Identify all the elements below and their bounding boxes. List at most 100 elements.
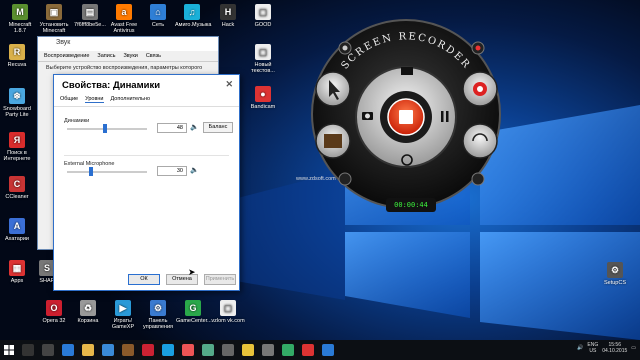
- network-icon: ⌂: [150, 4, 166, 20]
- recycle-bin-icon: ♻: [80, 300, 96, 316]
- desktop-icon-file[interactable]: ▤ 7f6fff8be5e...: [73, 4, 107, 28]
- volume-icon[interactable]: 🔊: [577, 345, 583, 351]
- app-icon[interactable]: [182, 344, 194, 356]
- gamecenter-icon: G: [185, 300, 201, 316]
- desktop-icon-amigo-music[interactable]: ♫ Амиго.Музыка: [175, 4, 211, 28]
- tab-communications[interactable]: Связь: [146, 53, 161, 59]
- music-icon: ♫: [184, 4, 200, 20]
- app-icon[interactable]: [282, 344, 294, 356]
- play-icon: ▶: [115, 300, 131, 316]
- clock[interactable]: 15:56 04.10.2015: [602, 342, 627, 354]
- speakers-level-value[interactable]: 48: [157, 123, 187, 133]
- tab-advanced[interactable]: Дополнительно: [111, 96, 151, 103]
- apply-button[interactable]: Применить: [204, 274, 236, 285]
- desktop-icon-gamecenter[interactable]: G GameCenter...: [176, 300, 212, 324]
- screen-recorder-widget[interactable]: SCREEN RECORDER: [306, 17, 516, 217]
- webcam-button[interactable]: [462, 71, 498, 107]
- ok-button[interactable]: ОК: [128, 274, 160, 285]
- expand-dot-button[interactable]: [471, 172, 485, 186]
- chrome-icon[interactable]: [242, 344, 254, 356]
- desktop-icon-search-web[interactable]: Я Поиск в Интернете: [0, 132, 34, 162]
- desktop-icon-control-panel[interactable]: ⚙ Панель управления: [141, 300, 175, 330]
- cursor-button[interactable]: [315, 71, 351, 107]
- app-icon[interactable]: [142, 344, 154, 356]
- installer-icon: ▣: [46, 4, 62, 20]
- sound-window-tabs: Воспроизведение Запись Звуки Связь: [38, 51, 218, 62]
- control-panel-icon: ⚙: [150, 300, 166, 316]
- audio-button[interactable]: [462, 123, 498, 159]
- tab-recording[interactable]: Запись: [97, 53, 115, 59]
- desktop-icon-vzlom[interactable]: ▢ vzlom vk.com: [211, 300, 245, 324]
- speakers-slider-thumb[interactable]: [103, 124, 108, 133]
- mic-level-value[interactable]: 30: [157, 166, 187, 176]
- yandex-icon: Я: [9, 132, 25, 148]
- apps-icon: ▦: [9, 260, 25, 276]
- document-icon: ▢: [255, 44, 271, 60]
- desktop-icon-gamexp[interactable]: ▶ Играть! GameXP: [106, 300, 140, 330]
- notifications-icon[interactable]: ▭: [631, 345, 636, 351]
- desktop-icon-recycle-bin[interactable]: ♻ Корзина: [71, 300, 105, 324]
- desktop-icon-setupcs[interactable]: ⚙ SetupCS: [598, 262, 632, 286]
- edge-icon[interactable]: [62, 344, 74, 356]
- minecraft-icon: M: [12, 4, 28, 20]
- desktop-icon-snowboard[interactable]: ❄ Snowboard Party Lite: [0, 88, 34, 118]
- desktop-icon-good[interactable]: ▢ GOOD: [246, 4, 280, 28]
- system-tray: 🔊 ENG US 15:56 04.10.2015 ▭: [577, 342, 636, 354]
- skype-icon[interactable]: [162, 344, 174, 356]
- tab-sounds[interactable]: Звуки: [123, 53, 137, 59]
- mic-slider-track[interactable]: [67, 171, 147, 173]
- bandicam-icon: ●: [255, 86, 271, 102]
- dialog-tabs: Общие Уровни Дополнительно: [54, 95, 239, 107]
- document-icon: ▢: [255, 4, 271, 20]
- tab-playback[interactable]: Воспроизведение: [44, 53, 89, 59]
- snowboard-icon: ❄: [9, 88, 25, 104]
- desktop-icon-recuva[interactable]: R Recuva: [0, 44, 34, 68]
- app-icon[interactable]: [302, 344, 314, 356]
- close-dot-button[interactable]: [471, 41, 485, 55]
- settings-dot-button[interactable]: [338, 41, 352, 55]
- start-button[interactable]: [0, 340, 18, 360]
- speaker-icon[interactable]: 🔈: [190, 123, 199, 131]
- windows-logo-icon: [4, 345, 14, 355]
- language-indicator[interactable]: ENG US: [587, 342, 598, 354]
- desktop-icon-new-text[interactable]: ▢ Новый текстов...: [246, 44, 280, 74]
- app-icon[interactable]: [202, 344, 214, 356]
- task-view-icon[interactable]: [42, 344, 54, 356]
- desktop-icon-akhatarii[interactable]: A Ахатарии: [0, 218, 34, 242]
- desktop-icon-install-minecraft[interactable]: ▣ Установить Minecraft: [37, 4, 71, 34]
- app-icon[interactable]: [322, 344, 334, 356]
- camera-icon[interactable]: [362, 112, 373, 120]
- store-icon[interactable]: [102, 344, 114, 356]
- tab-levels[interactable]: Уровни: [85, 96, 104, 103]
- search-icon[interactable]: [22, 344, 34, 356]
- app-icon[interactable]: [222, 344, 234, 356]
- speakers-level-row: Динамики 48 🔈 Баланс: [64, 118, 234, 134]
- desktop-icon-hack[interactable]: H Hack: [211, 4, 245, 28]
- folder-icon: H: [220, 4, 236, 20]
- desktop-icon-avast[interactable]: a Avast Free Antivirus: [107, 4, 141, 34]
- microphone-speaker-icon[interactable]: 🔈: [190, 166, 199, 174]
- record-stop-button[interactable]: [387, 98, 425, 136]
- balance-button[interactable]: Баланс: [203, 122, 233, 133]
- film-button[interactable]: [315, 123, 351, 159]
- avast-icon: a: [116, 4, 132, 20]
- dialog-buttons: ОК Отмена Применить: [128, 274, 236, 285]
- ccleaner-icon: C: [9, 176, 25, 192]
- desktop-icon-bandicam[interactable]: ● Bandicam: [246, 86, 280, 110]
- desktop-icon-opera[interactable]: O Opera 32: [37, 300, 71, 324]
- desktop-icon-ccleaner[interactable]: C CCleaner: [0, 176, 34, 200]
- folder-icon[interactable]: [401, 67, 413, 75]
- app-icon[interactable]: [262, 344, 274, 356]
- mic-slider-thumb[interactable]: [89, 167, 93, 176]
- minimize-dot-button[interactable]: [338, 172, 352, 186]
- desktop-icon-apps[interactable]: ▦ Apps: [0, 260, 34, 284]
- recuva-icon: R: [9, 44, 25, 60]
- explorer-icon[interactable]: [82, 344, 94, 356]
- tab-general[interactable]: Общие: [60, 96, 78, 103]
- close-icon[interactable]: ✕: [225, 79, 233, 90]
- desktop-icon-network[interactable]: ⌂ Сеть: [141, 4, 175, 28]
- speaker-properties-dialog[interactable]: Свойства: Динамики ✕ Общие Уровни Дополн…: [53, 74, 240, 291]
- desktop-icon-minecraft[interactable]: M Minecraft 1.8.7: [3, 4, 37, 34]
- divider: [64, 155, 229, 156]
- game-icon[interactable]: [122, 344, 134, 356]
